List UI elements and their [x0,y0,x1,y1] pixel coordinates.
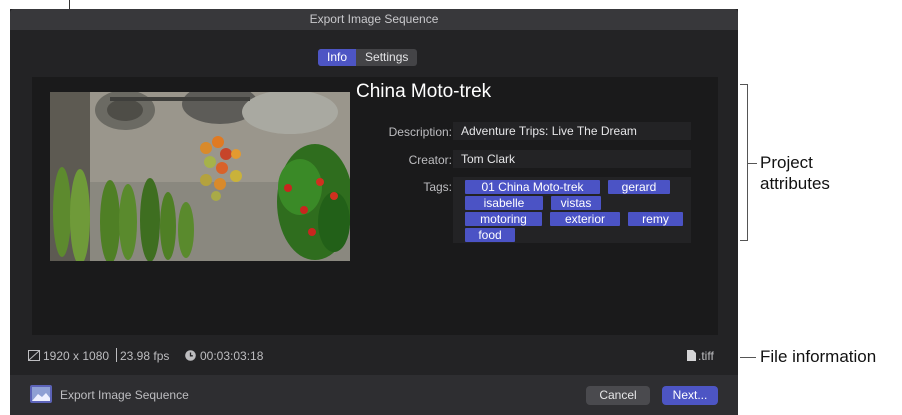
project-attributes-bracket [740,84,748,241]
bracket-pointer [748,163,757,164]
description-label: Description: [388,125,452,139]
footer-title: Export Image Sequence [60,388,189,402]
creator-field[interactable]: Tom Clark [453,150,691,168]
aspect-icon [28,350,40,361]
tag-token[interactable]: vistas [551,196,601,210]
project-attributes-callout: Project attributes [760,153,830,193]
file-format-text: .tiff [698,349,714,363]
tag-token[interactable]: isabelle [465,196,543,210]
tag-token[interactable]: motoring [465,212,542,226]
creator-label: Creator: [408,153,452,167]
clock-icon [185,350,196,361]
duration-text: 00:03:03:18 [200,349,264,363]
project-title: China Moto-trek [356,81,492,102]
description-field[interactable]: Adventure Trips: Live The Dream [453,122,691,140]
tags-label: Tags: [423,180,452,194]
preview-thumbnail [50,92,350,261]
tab-settings[interactable]: Settings [356,49,417,66]
export-thumbnail-icon [30,385,52,403]
divider [116,348,117,362]
dialog-footer: Export Image Sequence Cancel Next... [10,375,738,415]
resolution-text: 1920 x 1080 [43,349,110,363]
tag-token[interactable]: food [465,228,515,242]
tag-token[interactable]: gerard [608,180,670,194]
file-icon [687,350,696,361]
frame-rate-text: 23.98 fps [120,349,170,363]
tag-token[interactable]: exterior [550,212,620,226]
file-info-bar: 1920 x 1080 23.98 fps 00:03:03:18 .tiff [10,346,738,366]
tags-field[interactable]: 01 China Moto-trek gerard isabelle vista… [453,177,691,243]
tab-segmented-control: Info Settings [318,49,418,66]
tab-info[interactable]: Info [318,49,357,66]
tag-token[interactable]: 01 China Moto-trek [465,180,600,194]
export-dialog: Export Image Sequence Info Settings Chin… [10,9,738,415]
next-button[interactable]: Next... [662,386,718,405]
file-information-pointer [740,357,756,358]
tag-token[interactable]: remy [628,212,683,226]
cancel-button[interactable]: Cancel [586,386,650,405]
window-title: Export Image Sequence [10,9,738,30]
file-information-callout: File information [760,347,877,366]
